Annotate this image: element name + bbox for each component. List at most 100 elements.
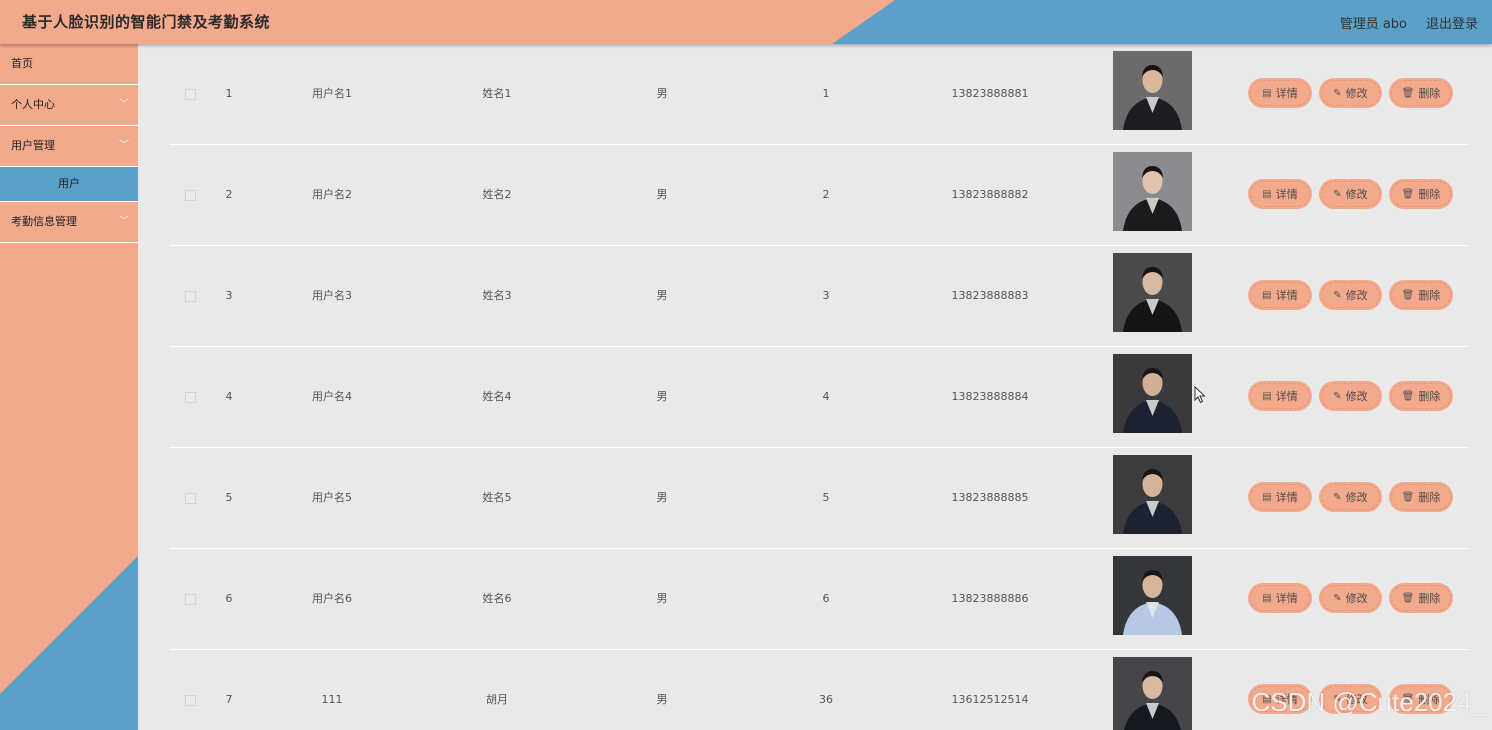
row-checkbox[interactable]: [185, 392, 196, 403]
document-icon: ▤: [1262, 87, 1272, 99]
cell-gender: 男: [656, 87, 668, 100]
trash-icon: 🗑: [1401, 390, 1415, 402]
table-row: 6 用户名6 姓名6 男 6 13823888886 ▤ 详情 ✎ 修改 🗑 删…: [170, 549, 1468, 650]
cell-age: 4: [822, 390, 830, 403]
trash-icon: 🗑: [1401, 188, 1415, 200]
delete-button[interactable]: 🗑 删除: [1391, 282, 1451, 308]
sidebar-item-user-management[interactable]: 用户管理 ﹀: [0, 126, 138, 167]
cell-username: 用户名5: [312, 491, 352, 504]
delete-button[interactable]: 🗑 删除: [1391, 383, 1451, 409]
sidebar-item-home[interactable]: 首页: [0, 44, 138, 85]
cell-phone: 13823888884: [951, 390, 1029, 403]
sidebar-item-label: 首页: [11, 57, 33, 70]
cell-index: 5: [225, 491, 233, 504]
user-photo: [1113, 354, 1192, 433]
delete-button-label: 删除: [1418, 188, 1441, 201]
delete-button-label: 删除: [1418, 592, 1441, 605]
document-icon: ▤: [1262, 289, 1272, 301]
detail-button[interactable]: ▤ 详情: [1250, 383, 1310, 409]
detail-button-label: 详情: [1275, 491, 1298, 504]
row-checkbox[interactable]: [185, 594, 196, 605]
cell-username: 用户名2: [312, 188, 352, 201]
app-title: 基于人脸识别的智能门禁及考勤系统: [22, 13, 271, 31]
cell-index: 2: [225, 188, 233, 201]
delete-button[interactable]: 🗑 删除: [1391, 181, 1451, 207]
table-row: 5 用户名5 姓名5 男 5 13823888885 ▤ 详情 ✎ 修改 🗑 删…: [170, 448, 1468, 549]
logout-link[interactable]: 退出登录: [1426, 13, 1478, 32]
delete-button[interactable]: 🗑 删除: [1391, 585, 1451, 611]
cell-username: 用户名3: [312, 289, 352, 302]
user-photo: [1113, 556, 1192, 635]
detail-button[interactable]: ▤ 详情: [1250, 181, 1310, 207]
user-photo: [1113, 51, 1192, 130]
cell-username: 用户名1: [312, 87, 352, 100]
cell-phone: 13823888882: [951, 188, 1029, 201]
detail-button-label: 详情: [1275, 592, 1298, 605]
cell-gender: 男: [656, 693, 668, 706]
row-checkbox[interactable]: [185, 493, 196, 504]
user-photo: [1113, 253, 1192, 332]
table-row: 2 用户名2 姓名2 男 2 13823888882 ▤ 详情 ✎ 修改 🗑 删…: [170, 145, 1468, 246]
cell-age: 2: [822, 188, 830, 201]
detail-button-label: 详情: [1275, 390, 1298, 403]
detail-button[interactable]: ▤ 详情: [1250, 282, 1310, 308]
document-icon: ▤: [1262, 592, 1272, 604]
chevron-down-icon: ﹀: [119, 216, 129, 227]
sidebar-item-attendance-management[interactable]: 考勤信息管理 ﹀: [0, 202, 138, 243]
cell-name: 姓名3: [482, 289, 512, 302]
detail-button[interactable]: ▤ 详情: [1250, 585, 1310, 611]
table-row: 1 用户名1 姓名1 男 1 13823888881 ▤ 详情 ✎ 修改 🗑 删…: [170, 44, 1468, 145]
cell-age: 1: [822, 87, 830, 100]
delete-button-label: 删除: [1418, 390, 1441, 403]
edit-button[interactable]: ✎ 修改: [1321, 585, 1380, 611]
sidebar-item-personal-center[interactable]: 个人中心 ﹀: [0, 85, 138, 126]
edit-button[interactable]: ✎ 修改: [1321, 383, 1380, 409]
cell-index: 3: [225, 289, 233, 302]
document-icon: ▤: [1262, 188, 1272, 200]
sidebar-item-label: 考勤信息管理: [11, 215, 77, 228]
row-checkbox[interactable]: [185, 695, 196, 706]
cell-gender: 男: [656, 188, 668, 201]
row-checkbox[interactable]: [185, 190, 196, 201]
document-icon: ▤: [1262, 491, 1272, 503]
trash-icon: 🗑: [1401, 87, 1415, 99]
cell-username: 用户名4: [312, 390, 352, 403]
chevron-down-icon: ﹀: [119, 140, 129, 151]
delete-button[interactable]: 🗑 删除: [1391, 484, 1451, 510]
detail-button[interactable]: ▤ 详情: [1250, 80, 1310, 106]
detail-button[interactable]: ▤ 详情: [1250, 484, 1310, 510]
cell-age: 6: [822, 592, 830, 605]
pencil-icon: ✎: [1333, 188, 1342, 200]
cell-gender: 男: [656, 390, 668, 403]
sidebar-item-label: 用户: [58, 177, 80, 190]
pencil-icon: ✎: [1333, 289, 1342, 301]
edit-button-label: 修改: [1345, 289, 1368, 302]
delete-button[interactable]: 🗑 删除: [1391, 80, 1451, 106]
edit-button[interactable]: ✎ 修改: [1321, 80, 1380, 106]
edit-button[interactable]: ✎ 修改: [1321, 484, 1380, 510]
mouse-cursor-icon: [1194, 386, 1206, 404]
edit-button-label: 修改: [1345, 390, 1368, 403]
cell-name: 姓名1: [482, 87, 512, 100]
sidebar-menu: 首页 个人中心 ﹀ 用户管理 ﹀ 用户 考勤信息管理 ﹀: [0, 44, 138, 243]
edit-button-label: 修改: [1345, 491, 1368, 504]
edit-button-label: 修改: [1345, 592, 1368, 605]
cell-phone: 13823888885: [951, 491, 1029, 504]
pencil-icon: ✎: [1333, 491, 1342, 503]
cell-name: 姓名2: [482, 188, 512, 201]
document-icon: ▤: [1262, 390, 1272, 402]
cell-gender: 男: [656, 592, 668, 605]
user-photo: [1113, 152, 1192, 231]
edit-button[interactable]: ✎ 修改: [1321, 181, 1380, 207]
detail-button-label: 详情: [1275, 289, 1298, 302]
admin-user-label: 管理员 abo: [1339, 17, 1407, 32]
sidebar-subitem-user[interactable]: 用户: [0, 167, 138, 202]
main-content: 1 用户名1 姓名1 男 1 13823888881 ▤ 详情 ✎ 修改 🗑 删…: [138, 44, 1492, 730]
cell-age: 5: [822, 491, 830, 504]
row-checkbox[interactable]: [185, 291, 196, 302]
cell-username: 用户名6: [312, 592, 352, 605]
sidebar-item-label: 用户管理: [11, 139, 55, 152]
row-checkbox[interactable]: [185, 89, 196, 100]
edit-button[interactable]: ✎ 修改: [1321, 282, 1380, 308]
cell-name: 姓名5: [482, 491, 512, 504]
